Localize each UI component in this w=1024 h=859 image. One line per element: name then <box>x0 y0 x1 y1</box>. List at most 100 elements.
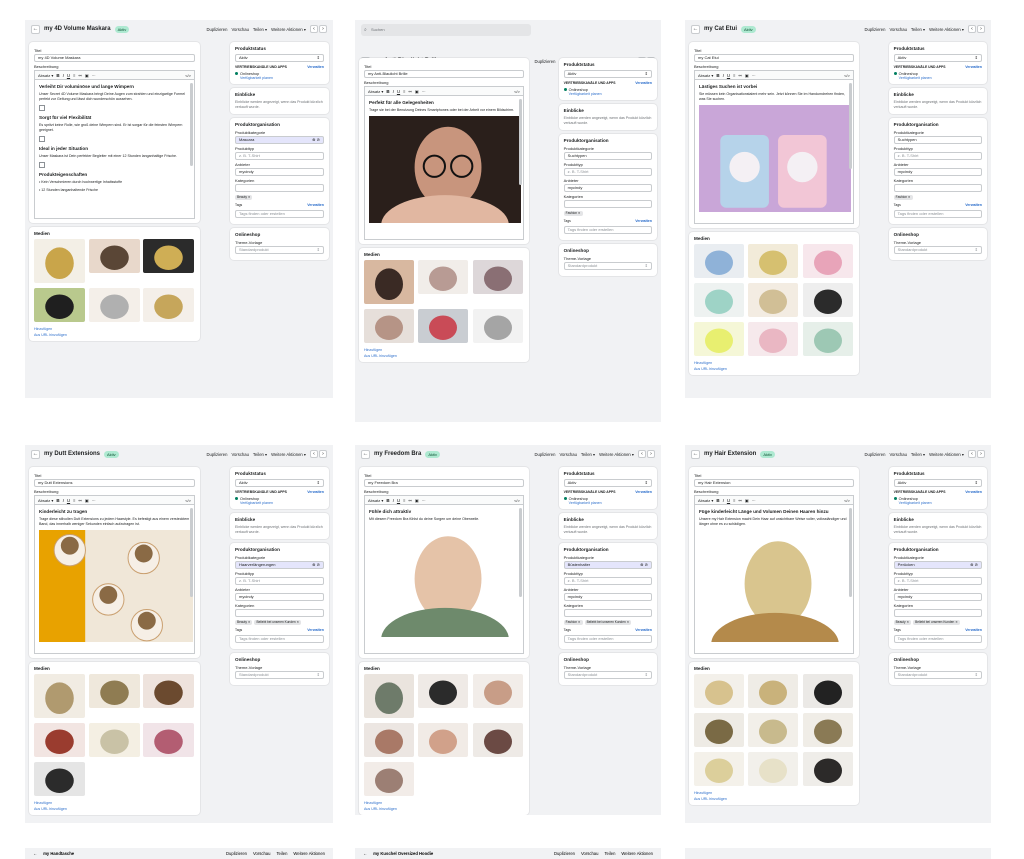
bold-icon[interactable]: B <box>716 73 719 78</box>
image-icon[interactable]: ▣ <box>85 498 89 503</box>
tags-input[interactable]: Tags finden oder erstellen <box>235 209 324 218</box>
remove-tag-icon[interactable]: ✕ <box>955 620 958 624</box>
preview-button[interactable]: Vorschau <box>231 452 248 457</box>
link-icon[interactable]: ⚯ <box>408 498 411 503</box>
media-item[interactable] <box>694 322 745 358</box>
category-input[interactable]: Büstenhalter ⊗ ⊘ <box>563 560 652 569</box>
schedule-availability-link[interactable]: Verfügbarkeit planen <box>240 501 324 505</box>
manage-channels-link[interactable]: Verwalten <box>307 490 324 494</box>
media-thumbnail[interactable] <box>802 283 853 317</box>
media-item[interactable] <box>143 674 195 720</box>
schedule-availability-link[interactable]: Verfügbarkeit planen <box>899 501 982 505</box>
media-item[interactable] <box>694 283 745 319</box>
align-icon[interactable]: ≡ <box>73 73 75 78</box>
underline-icon[interactable]: U <box>397 498 400 503</box>
underline-icon[interactable]: U <box>67 498 70 503</box>
previous-arrow-icon[interactable]: ‹ <box>310 25 318 33</box>
image-icon[interactable]: ▣ <box>415 89 419 94</box>
duplicate-button[interactable]: Duplizieren <box>226 851 247 856</box>
media-thumbnail[interactable] <box>88 239 140 273</box>
title-input[interactable]: my Freedom Bra <box>364 479 524 487</box>
vendor-input[interactable]: mycindy <box>563 183 652 192</box>
media-thumbnail[interactable] <box>418 723 469 757</box>
manage-tags-link[interactable]: Verwalten <box>635 628 652 632</box>
media-item[interactable] <box>418 260 469 306</box>
paragraph-format-select[interactable]: Absatz ▾ <box>368 498 383 503</box>
align-icon[interactable]: ≡ <box>403 498 405 503</box>
media-item[interactable] <box>88 674 141 720</box>
paragraph-format-select[interactable]: Absatz ▾ <box>368 89 383 94</box>
editor-scrollbar[interactable] <box>518 508 522 597</box>
media-item[interactable] <box>88 239 141 285</box>
media-thumbnail[interactable] <box>802 752 853 786</box>
italic-icon[interactable]: I <box>63 498 64 503</box>
media-thumbnail[interactable] <box>364 309 414 343</box>
media-thumbnail[interactable] <box>364 674 414 718</box>
media-thumbnail[interactable] <box>88 674 140 708</box>
status-select[interactable]: Aktiv ⇕ <box>235 479 324 487</box>
media-thumbnail[interactable] <box>472 674 523 708</box>
add-media-button[interactable]: Hinzufügen <box>364 348 524 352</box>
back-arrow-icon[interactable]: ← <box>691 24 700 34</box>
more-icon[interactable]: ··· <box>92 73 96 78</box>
media-item[interactable] <box>472 723 524 759</box>
manage-channels-link[interactable]: Verwalten <box>965 65 982 69</box>
media-thumbnail[interactable] <box>418 260 469 294</box>
media-thumbnail[interactable] <box>694 674 744 708</box>
theme-template-select[interactable]: Standardprodukt ⇕ <box>893 245 982 254</box>
media-item[interactable] <box>364 260 415 306</box>
share-button[interactable]: Teilen ▾ <box>253 27 267 32</box>
back-arrow-icon[interactable]: ← <box>361 449 370 459</box>
next-arrow-icon[interactable]: › <box>977 450 985 458</box>
product-type-input[interactable]: z. B. T-Shirt <box>235 576 324 585</box>
product-type-input[interactable]: z. B. T-Shirt <box>235 151 324 160</box>
add-media-button[interactable]: Hinzufügen <box>34 801 195 805</box>
remove-tag-icon[interactable]: ✕ <box>248 195 251 199</box>
media-thumbnail[interactable] <box>472 260 523 294</box>
media-thumbnail[interactable] <box>34 239 85 283</box>
media-item[interactable] <box>34 239 86 285</box>
tags-input[interactable]: Tags finden oder erstellen <box>893 209 982 218</box>
media-item[interactable] <box>472 260 524 306</box>
theme-template-select[interactable]: Standardprodukt ⇕ <box>563 670 652 679</box>
more-icon[interactable]: ··· <box>92 498 96 503</box>
media-item[interactable] <box>143 288 195 324</box>
next-arrow-icon[interactable]: › <box>319 450 327 458</box>
vendor-input[interactable]: mycindy <box>893 167 982 176</box>
theme-template-select[interactable]: Standardprodukt ⇕ <box>893 670 982 679</box>
align-icon[interactable]: ≡ <box>733 498 735 503</box>
media-item[interactable] <box>802 322 854 358</box>
duplicate-button[interactable]: Duplizieren <box>207 452 228 457</box>
tags-input[interactable]: Tags finden oder erstellen <box>893 634 982 643</box>
description-editor[interactable]: Verleiht Dir voluminöse und lange Wimper… <box>34 79 195 219</box>
manage-tags-link[interactable]: Verwalten <box>965 628 982 632</box>
image-icon[interactable]: ▣ <box>85 73 89 78</box>
editor-scrollbar[interactable] <box>518 99 522 185</box>
preview-button[interactable]: Vorschau <box>253 851 270 856</box>
category-input[interactable]: Haarverlängerungen ⊗ ⊘ <box>235 560 324 569</box>
link-icon[interactable]: ⚯ <box>738 73 741 78</box>
italic-icon[interactable]: I <box>393 498 394 503</box>
editor-scrollbar[interactable] <box>190 508 193 597</box>
media-thumbnail[interactable] <box>143 674 195 708</box>
status-select[interactable]: Aktiv ⇕ <box>893 54 982 62</box>
remove-tag-icon[interactable]: ✕ <box>908 195 911 199</box>
media-thumbnail[interactable] <box>88 288 140 322</box>
media-thumbnail[interactable] <box>34 288 85 322</box>
media-item[interactable] <box>418 309 469 345</box>
more-actions-button[interactable]: Weitere Aktionen ▾ <box>271 27 306 32</box>
media-thumbnail[interactable] <box>34 723 85 757</box>
manage-tags-link[interactable]: Verwalten <box>635 219 652 223</box>
previous-arrow-icon[interactable]: ‹ <box>968 25 976 33</box>
media-item[interactable] <box>472 309 524 345</box>
image-icon[interactable]: ▣ <box>745 73 749 78</box>
preview-button[interactable]: Vorschau <box>581 851 598 856</box>
media-item[interactable] <box>34 762 86 798</box>
description-editor[interactable]: Lästiges Suchen ist vorbei Sie müssen kei… <box>694 79 854 224</box>
description-editor[interactable]: Perfekt für alle Gelegenheiten Trage sie … <box>364 95 524 240</box>
share-button[interactable]: Teilen <box>276 851 287 856</box>
media-thumbnail[interactable] <box>418 674 469 708</box>
media-item[interactable] <box>88 288 141 324</box>
media-thumbnail[interactable] <box>748 674 799 708</box>
remove-tag-icon[interactable]: ✕ <box>297 620 300 624</box>
